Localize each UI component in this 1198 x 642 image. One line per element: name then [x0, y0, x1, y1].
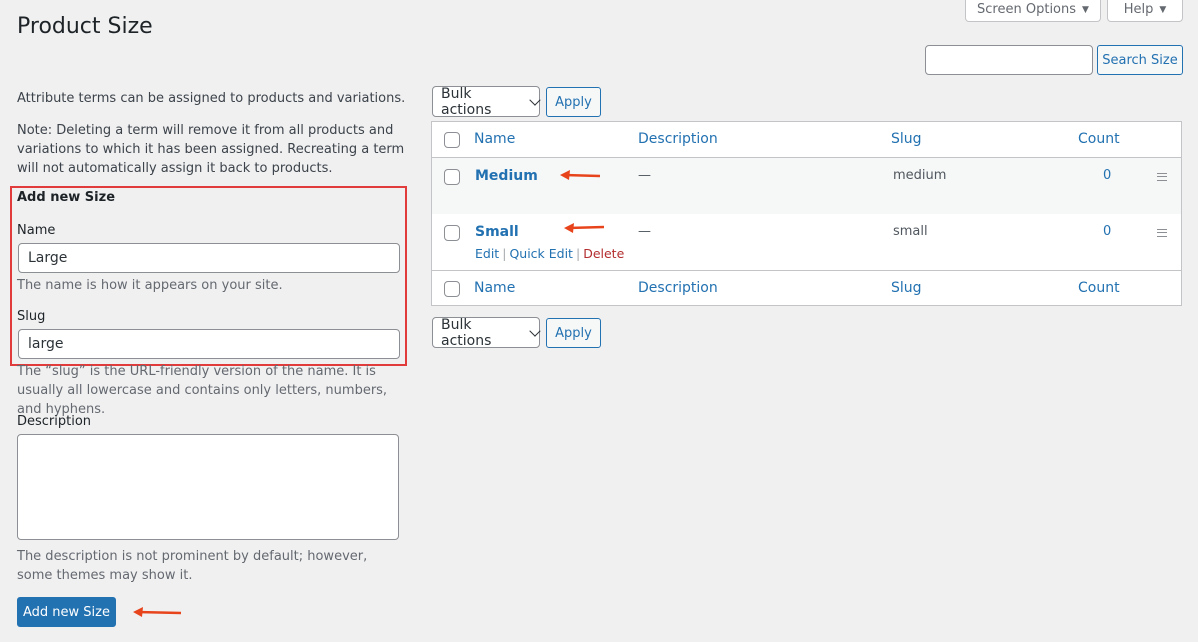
search-size-button[interactable]: Search Size: [1097, 45, 1183, 75]
table-row: Medium — medium 0: [432, 158, 1181, 214]
select-all-checkbox[interactable]: [444, 132, 460, 148]
page-title: Product Size: [17, 14, 153, 39]
annotation-arrow-icon: [560, 170, 601, 180]
term-count-link[interactable]: 0: [1103, 224, 1111, 239]
apply-button-top[interactable]: Apply: [546, 87, 601, 117]
description-label: Description: [17, 414, 92, 429]
name-field[interactable]: Large: [18, 243, 400, 273]
apply-button-bottom[interactable]: Apply: [546, 318, 601, 348]
column-name-footer[interactable]: Name: [474, 280, 515, 296]
column-name[interactable]: Name: [474, 131, 515, 147]
name-label: Name: [17, 223, 56, 238]
term-name-link[interactable]: Small: [475, 224, 519, 240]
slug-label: Slug: [17, 309, 46, 324]
caret-down-icon: ▼: [1082, 4, 1089, 15]
term-slug: small: [893, 224, 928, 239]
annotation-arrow-icon: [564, 223, 605, 233]
screen-options-button[interactable]: Screen Options ▼: [965, 0, 1101, 22]
separator: |: [502, 246, 507, 261]
column-slug-footer[interactable]: Slug: [891, 280, 922, 296]
separator: |: [575, 246, 581, 261]
annotation-arrow-icon: [133, 607, 182, 617]
note-text: Note: Deleting a term will remove it fro…: [17, 123, 405, 176]
table-row: Small — small 0 Edit | Quick Edit | Delete: [432, 214, 1181, 270]
screen-options-label: Screen Options: [977, 2, 1077, 17]
form-heading: Add new Size: [17, 190, 116, 205]
description-field[interactable]: [17, 434, 399, 540]
drag-handle-icon[interactable]: [1157, 229, 1167, 237]
description-help: The description is not prominent by defa…: [17, 549, 368, 583]
name-help: The name is how it appears on your site.: [17, 278, 283, 293]
delete-link[interactable]: Delete: [583, 246, 624, 261]
terms-table: Name Description Slug Count Medium — med…: [431, 121, 1182, 306]
chevron-down-icon: [529, 93, 541, 106]
column-description[interactable]: Description: [638, 131, 718, 147]
row-checkbox[interactable]: [444, 169, 460, 185]
drag-handle-icon[interactable]: [1157, 173, 1167, 181]
edit-link[interactable]: Edit: [475, 246, 499, 261]
caret-down-icon: ▼: [1159, 4, 1167, 15]
bulk-actions-label: Bulk actions: [441, 316, 492, 349]
bulk-actions-select-top[interactable]: Bulk actions: [432, 85, 541, 118]
intro-text: Attribute terms can be assigned to produ…: [17, 91, 406, 106]
term-description: —: [638, 168, 651, 183]
table-header: Name Description Slug Count: [432, 122, 1181, 158]
quick-edit-link[interactable]: Quick Edit: [509, 246, 573, 261]
slug-field[interactable]: large: [18, 329, 400, 359]
column-slug[interactable]: Slug: [891, 131, 922, 147]
chevron-down-icon: [529, 324, 541, 337]
column-description-footer[interactable]: Description: [638, 280, 718, 296]
column-count-footer[interactable]: Count: [1078, 280, 1120, 296]
add-new-size-button[interactable]: Add new Size: [17, 597, 116, 627]
select-all-checkbox-footer[interactable]: [444, 281, 460, 297]
row-actions: Edit | Quick Edit | Delete: [475, 246, 624, 261]
term-name-link[interactable]: Medium: [475, 168, 538, 184]
column-count[interactable]: Count: [1078, 131, 1120, 147]
term-count-link[interactable]: 0: [1103, 168, 1111, 183]
help-label: Help: [1123, 2, 1154, 17]
help-button[interactable]: Help ▼: [1107, 0, 1183, 22]
term-description: —: [638, 224, 651, 239]
search-input[interactable]: [925, 45, 1093, 75]
bulk-actions-label: Bulk actions: [441, 85, 492, 118]
term-slug: medium: [893, 168, 947, 183]
table-footer: Name Description Slug Count: [432, 270, 1181, 306]
slug-help: The “slug” is the URL-friendly version o…: [17, 364, 388, 417]
row-checkbox[interactable]: [444, 225, 460, 241]
bulk-actions-select-bottom[interactable]: Bulk actions: [432, 316, 541, 349]
